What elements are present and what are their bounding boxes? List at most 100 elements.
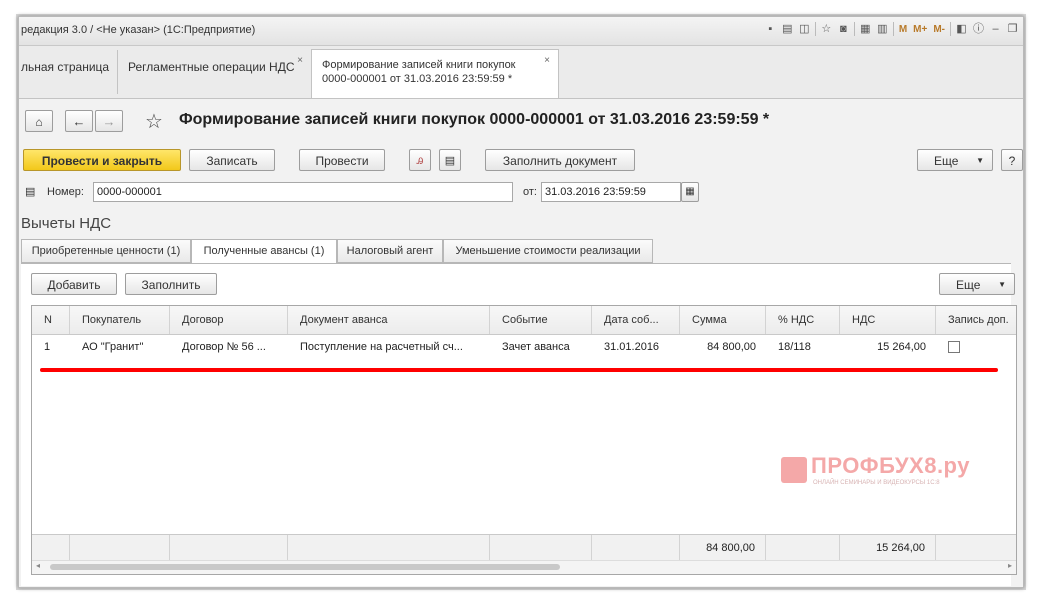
column-header[interactable]: Событие [490, 306, 592, 334]
column-header[interactable]: Дата соб... [592, 306, 680, 334]
close-icon[interactable]: × [297, 55, 303, 66]
column-header[interactable]: Покупатель [70, 306, 170, 334]
date-label: от: [523, 186, 537, 198]
calendar-icon[interactable]: ▦ [681, 182, 699, 202]
report-icon[interactable]: ▤ [439, 149, 461, 171]
restore-icon[interactable]: ❐ [1006, 23, 1019, 36]
footer-cell [592, 535, 680, 561]
number-field[interactable]: 0000-000001 [93, 182, 513, 202]
save-icon[interactable]: ▪ [764, 23, 777, 36]
cell-contract: Договор № 56 ... [182, 341, 266, 353]
advances-table[interactable]: N Покупатель Договор Документ аванса Соб… [31, 305, 1017, 575]
tab-label-line1: Формирование записей книги покупок [322, 59, 516, 71]
column-header[interactable]: Договор [170, 306, 288, 334]
toolbar-separator [814, 22, 816, 36]
footer-cell [490, 535, 592, 561]
window-title: редакция 3.0 / <Не указан> (1С:Предприят… [21, 24, 256, 36]
home-button[interactable]: ⌂ [25, 110, 53, 132]
footer-cell [32, 535, 70, 561]
cell-buyer: АО "Гранит" [82, 341, 144, 353]
toolbar-separator [892, 22, 894, 36]
column-header[interactable]: Документ аванса [288, 306, 490, 334]
more-button[interactable]: Еще ▼ [917, 149, 993, 171]
date-field[interactable]: 31.03.2016 23:59:59 [541, 182, 681, 202]
panels-icon[interactable]: ◧ [955, 23, 968, 36]
info-icon[interactable]: ⓘ [972, 23, 985, 36]
preview-icon[interactable]: ◫ [798, 23, 811, 36]
scroll-left-icon[interactable]: ◂ [36, 561, 40, 570]
scroll-right-icon[interactable]: ▸ [1008, 561, 1012, 570]
toolbar-separator [950, 22, 951, 36]
column-header[interactable]: НДС [840, 306, 936, 334]
tab-label-line2: 0000-000001 от 31.03.2016 23:59:59 * [322, 73, 513, 85]
column-header[interactable]: N [32, 306, 70, 334]
add-button[interactable]: Добавить [31, 273, 117, 295]
table-footer-totals: 84 800,00 15 264,00 [32, 534, 1016, 561]
scrollbar-thumb[interactable] [50, 564, 560, 570]
history-icon[interactable]: ◙ [837, 23, 850, 36]
cell-vat: 15 264,00 [877, 341, 926, 353]
help-button[interactable]: ? [1001, 149, 1023, 171]
document-icon: ▤ [25, 186, 36, 198]
section-title: Вычеты НДС [21, 215, 112, 232]
back-button[interactable]: ← [65, 110, 93, 132]
debit-credit-icon[interactable]: Ꭿ [409, 149, 431, 171]
cell-n: 1 [44, 341, 51, 353]
memory-m-button[interactable]: M [898, 23, 908, 36]
more-button-label: Еще [934, 154, 959, 168]
tab-purchase-book-entries[interactable]: Формирование записей книги покупок 0000-… [311, 49, 559, 98]
red-underline-annotation [40, 368, 998, 372]
column-header[interactable]: % НДС [766, 306, 840, 334]
forward-button[interactable]: → [95, 110, 123, 132]
tab-label: льная страница [21, 60, 110, 74]
chevron-down-icon: ▼ [998, 280, 1006, 289]
fill-button[interactable]: Заполнить [125, 273, 217, 295]
additional-entry-checkbox[interactable] [948, 341, 960, 353]
memory-m-plus-button[interactable]: M+ [912, 23, 928, 36]
favorites-icon[interactable]: ☆ [820, 23, 833, 36]
footer-cell [288, 535, 490, 561]
number-label: Номер: [47, 186, 84, 198]
table-row[interactable]: 1 АО "Гранит" Договор № 56 ... Поступлен… [32, 334, 1016, 360]
minimize-icon[interactable]: – [989, 23, 1002, 36]
tab-sales-cost-reduction[interactable]: Уменьшение стоимости реализации [443, 239, 653, 263]
tab-tax-agent[interactable]: Налоговый агент [337, 239, 443, 263]
calculator-icon[interactable]: ▦ [859, 23, 872, 36]
tab-received-advances[interactable]: Полученные авансы (1) [191, 239, 337, 264]
fill-document-button[interactable]: Заполнить документ [485, 149, 635, 171]
star-icon[interactable]: ☆ [145, 109, 163, 134]
toolbar-separator [853, 22, 855, 36]
watermark-subtitle: ОНЛАЙН СЕМИНАРЫ И ВИДЕОКУРСЫ 1С:8 [813, 480, 940, 486]
save-button[interactable]: Записать [189, 149, 275, 171]
print-icon[interactable]: ▤ [781, 23, 794, 36]
footer-cell [936, 535, 1016, 561]
table-header: N Покупатель Договор Документ аванса Соб… [32, 306, 1016, 335]
tab-acquired-values[interactable]: Приобретенные ценности (1) [21, 239, 191, 263]
table-more-button[interactable]: Еще ▼ [939, 273, 1015, 295]
watermark-logo [781, 457, 807, 483]
footer-cell [70, 535, 170, 561]
post-button[interactable]: Провести [299, 149, 385, 171]
table-more-label: Еще [956, 278, 981, 292]
window-tabs-bar: льная страница Регламентные операции НДС… [19, 46, 1023, 99]
form-title: Формирование записей книги покупок 0000-… [179, 111, 770, 128]
title-bar: редакция 3.0 / <Не указан> (1С:Предприят… [19, 17, 1023, 46]
calendar-icon[interactable]: ▥ [876, 23, 889, 36]
total-amount: 84 800,00 [680, 535, 766, 561]
watermark-name: ПРОФБУХ8.ру [811, 453, 970, 478]
cell-event: Зачет аванса [502, 341, 570, 353]
footer-cell [170, 535, 288, 561]
column-header[interactable]: Сумма [680, 306, 766, 334]
column-header[interactable]: Запись доп. [936, 306, 1016, 334]
close-icon[interactable]: × [544, 55, 550, 66]
memory-m-minus-button[interactable]: M- [932, 23, 946, 36]
tab-vat-operations[interactable]: Регламентные операции НДС × [118, 50, 312, 94]
cell-amount: 84 800,00 [707, 341, 756, 353]
horizontal-scrollbar[interactable]: ◂ ▸ [32, 560, 1016, 574]
title-bar-toolbar: ▪ ▤ ◫ ☆ ◙ ▦ ▥ M M+ M- ◧ ⓘ – ❐ [764, 22, 1019, 36]
app-window: редакция 3.0 / <Не указан> (1С:Предприят… [18, 16, 1024, 588]
tab-home[interactable]: льная страница [19, 50, 118, 94]
cell-vat-rate: 18/118 [778, 341, 811, 353]
post-and-close-button[interactable]: Провести и закрыть [23, 149, 181, 171]
chevron-down-icon: ▼ [976, 156, 984, 165]
